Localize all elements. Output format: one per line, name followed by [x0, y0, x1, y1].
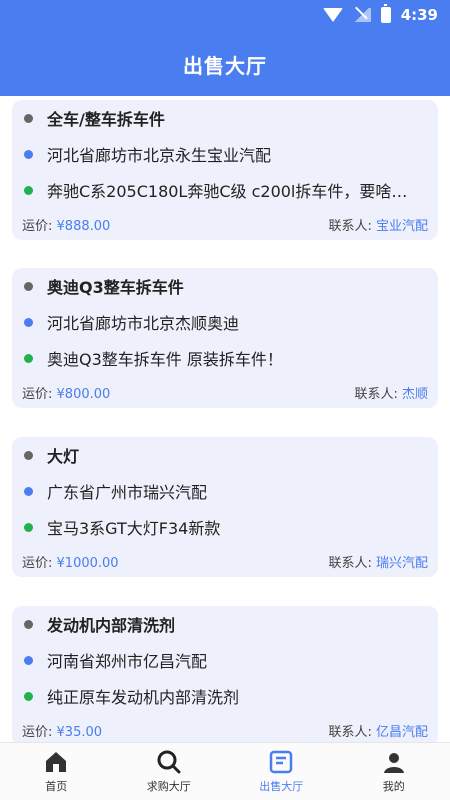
nav-label: 出售大厅 — [259, 779, 304, 793]
listing-footer: 运价: ¥1000.00 联系人: 瑞兴汽配 — [22, 545, 428, 577]
price-label: 运价: — [22, 555, 53, 571]
listing-footer: 运价: ¥888.00 联系人: 宝业汽配 — [22, 208, 428, 240]
listing-description: 奥迪Q3整车拆车件 原装拆车件！ — [47, 350, 283, 369]
page-title: 出售大厅 — [183, 54, 267, 78]
bullet-icon — [24, 655, 33, 665]
listing-location: 河南省郑州市亿昌汽配 — [47, 652, 208, 671]
price-group: 运价: ¥800.00 — [22, 383, 110, 402]
wifi-icon — [322, 8, 343, 22]
product-list[interactable]: 全车/整车拆车件 河北省廊坊市北京永生宝业汽配 奔驰C系205C180L奔驰C级… — [0, 96, 450, 742]
bullet-icon — [24, 149, 33, 159]
listing-description-row: 奔驰C系205C180L奔驰C级 c200l拆车件，要啥… — [22, 172, 428, 208]
bullet-icon — [24, 522, 33, 532]
listing-card[interactable]: 全车/整车拆车件 河北省廊坊市北京永生宝业汽配 奔驰C系205C180L奔驰C级… — [12, 100, 438, 240]
price-group: 运价: ¥888.00 — [22, 215, 110, 234]
listing-card[interactable]: 发动机内部清洗剂 河南省郑州市亿昌汽配 纯正原车发动机内部清洗剂 运价: ¥35… — [12, 606, 438, 742]
listing-title-row: 奥迪Q3整车拆车件 — [22, 268, 428, 304]
contact-name[interactable]: 杰顺 — [402, 387, 428, 402]
contact-name[interactable]: 瑞兴汽配 — [376, 556, 428, 571]
user-icon — [383, 752, 404, 773]
price-value: ¥888.00 — [56, 218, 111, 234]
home-icon — [46, 751, 67, 772]
bullet-icon — [24, 281, 33, 291]
signal-icon — [352, 8, 371, 22]
price-group: 运价: ¥1000.00 — [22, 552, 119, 571]
bullet-icon — [24, 486, 33, 496]
listing-description-row: 宝马3系GT大灯F34新款 — [22, 509, 428, 545]
listing-location-row: 河南省郑州市亿昌汽配 — [22, 642, 428, 678]
nav-label: 首页 — [45, 779, 68, 793]
nav-item-buy-hall[interactable]: 求购大厅 — [113, 743, 226, 800]
contact-label: 联系人: — [328, 724, 372, 740]
bottom-nav: 首页 求购大厅 出售大厅 我的 — [0, 742, 450, 800]
nav-item-sell-hall[interactable]: 出售大厅 — [225, 743, 338, 800]
nav-label: 求购大厅 — [146, 779, 191, 793]
contact-label: 联系人: — [328, 555, 372, 571]
nav-item-home[interactable]: 首页 — [0, 743, 113, 800]
listing-location-row: 广东省广州市瑞兴汽配 — [22, 473, 428, 509]
listing-title: 全车/整车拆车件 — [47, 110, 165, 129]
sell-icon — [270, 750, 293, 773]
bullet-icon — [24, 691, 33, 701]
status-bar: 4:39 — [0, 0, 450, 30]
price-value: ¥35.00 — [56, 724, 103, 740]
status-time: 4:39 — [400, 6, 438, 24]
contact-group: 联系人: 宝业汽配 — [328, 215, 428, 234]
listing-footer: 运价: ¥800.00 联系人: 杰顺 — [22, 376, 428, 408]
listing-description: 纯正原车发动机内部清洗剂 — [47, 688, 240, 707]
bullet-icon — [24, 185, 33, 195]
contact-name[interactable]: 亿昌汽配 — [376, 725, 428, 740]
listing-location: 广东省广州市瑞兴汽配 — [47, 483, 208, 502]
listing-location: 河北省廊坊市北京永生宝业汽配 — [47, 146, 272, 165]
listing-title-row: 全车/整车拆车件 — [22, 100, 428, 136]
listing-location-row: 河北省廊坊市北京永生宝业汽配 — [22, 136, 428, 172]
bullet-icon — [24, 450, 33, 460]
contact-group: 联系人: 杰顺 — [354, 383, 428, 402]
listing-footer: 运价: ¥35.00 联系人: 亿昌汽配 — [22, 714, 428, 742]
listing-card[interactable]: 奥迪Q3整车拆车件 河北省廊坊市北京杰顺奥迪 奥迪Q3整车拆车件 原装拆车件！ … — [12, 268, 438, 408]
listing-location: 河北省廊坊市北京杰顺奥迪 — [47, 314, 240, 333]
app-header: 4:39 出售大厅 — [0, 0, 450, 96]
contact-label: 联系人: — [328, 218, 372, 234]
listing-description: 奔驰C系205C180L奔驰C级 c200l拆车件，要啥… — [47, 182, 408, 201]
listing-title-row: 大灯 — [22, 437, 428, 473]
listing-location-row: 河北省廊坊市北京杰顺奥迪 — [22, 304, 428, 340]
bullet-icon — [24, 353, 33, 363]
listing-title: 发动机内部清洗剂 — [47, 616, 176, 635]
listing-description-row: 纯正原车发动机内部清洗剂 — [22, 678, 428, 714]
nav-label: 我的 — [382, 779, 405, 793]
price-label: 运价: — [22, 218, 53, 234]
bullet-icon — [24, 317, 33, 327]
contact-label: 联系人: — [354, 386, 398, 402]
price-group: 运价: ¥35.00 — [22, 721, 102, 740]
listing-description-row: 奥迪Q3整车拆车件 原装拆车件！ — [22, 340, 428, 376]
price-value: ¥800.00 — [56, 386, 111, 402]
listing-card[interactable]: 大灯 广东省广州市瑞兴汽配 宝马3系GT大灯F34新款 运价: ¥1000.00… — [12, 437, 438, 577]
contact-group: 联系人: 亿昌汽配 — [328, 721, 428, 740]
bullet-icon — [24, 113, 33, 123]
listing-title-row: 发动机内部清洗剂 — [22, 606, 428, 642]
listing-description: 宝马3系GT大灯F34新款 — [47, 519, 221, 538]
nav-item-mine[interactable]: 我的 — [338, 743, 450, 800]
listing-title: 奥迪Q3整车拆车件 — [47, 278, 184, 297]
price-label: 运价: — [22, 724, 53, 740]
listing-title: 大灯 — [47, 447, 80, 466]
contact-group: 联系人: 瑞兴汽配 — [328, 552, 428, 571]
battery-icon — [380, 4, 391, 23]
bullet-icon — [24, 619, 33, 629]
contact-name[interactable]: 宝业汽配 — [376, 219, 428, 234]
price-label: 运价: — [22, 386, 53, 402]
price-value: ¥1000.00 — [56, 555, 119, 571]
search-icon — [157, 750, 181, 773]
